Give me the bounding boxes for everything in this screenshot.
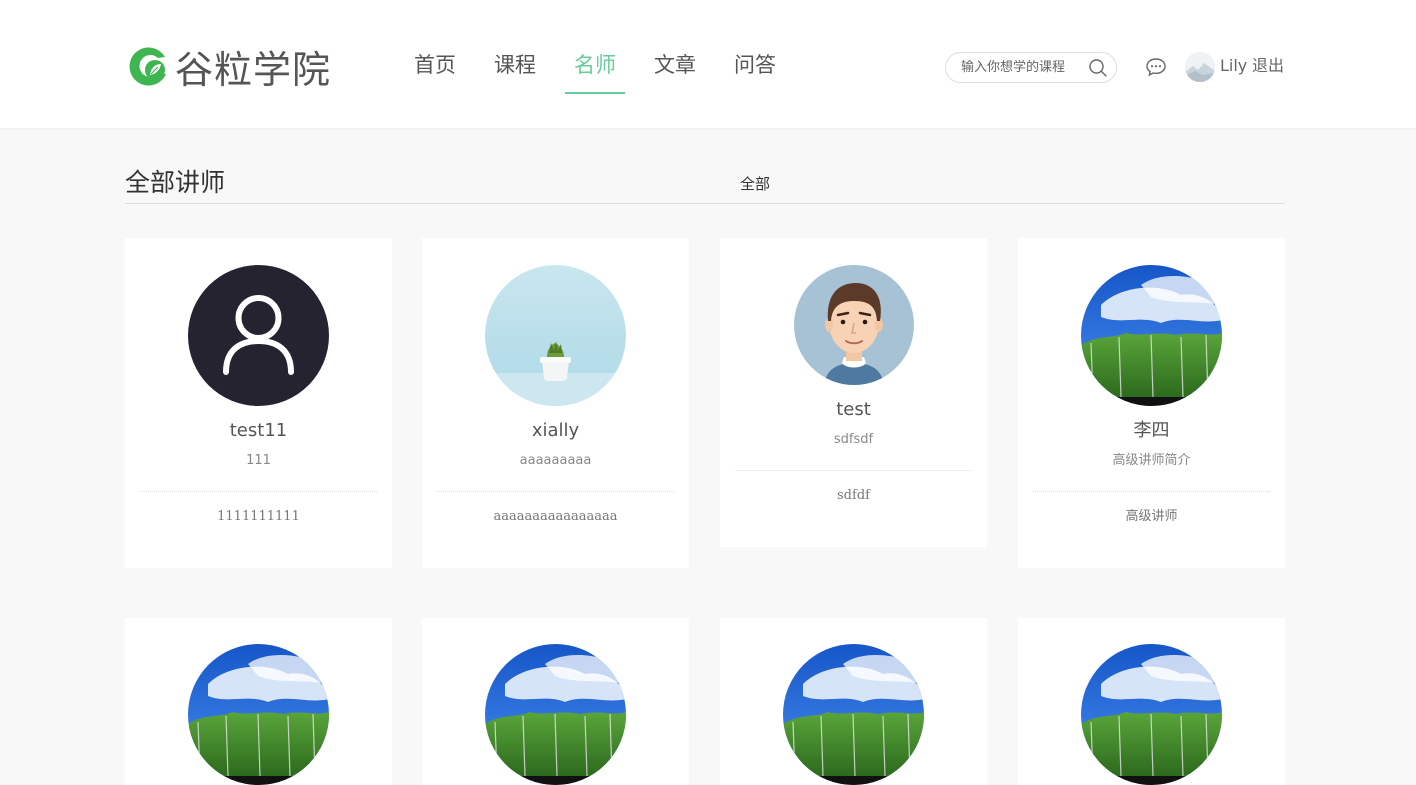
teacher-intro: aaaaaaaaa xyxy=(519,453,592,468)
nav-item-articles[interactable]: 文章 xyxy=(635,36,715,94)
teacher-name[interactable]: xially xyxy=(422,419,689,443)
search-input[interactable] xyxy=(961,60,1081,75)
user-name[interactable]: Lily xyxy=(1220,56,1247,76)
teacher-avatar xyxy=(485,644,626,785)
teacher-card[interactable]: 李四 高级讲师简介 高级讲师 xyxy=(1018,238,1285,568)
nav-item-courses[interactable]: 课程 xyxy=(475,36,555,94)
nav-item-teachers[interactable]: 名师 xyxy=(555,36,635,94)
card-divider xyxy=(437,491,674,492)
user-avatar[interactable] xyxy=(1185,52,1215,82)
forest-photo xyxy=(188,644,329,785)
teacher-card[interactable] xyxy=(125,618,392,785)
forest-photo xyxy=(1081,644,1222,785)
teacher-name[interactable]: test11 xyxy=(125,419,392,443)
nav-item-qa[interactable]: 问答 xyxy=(715,36,795,94)
logo[interactable]: 谷粒学院 xyxy=(125,40,331,92)
teacher-card[interactable]: test sdfsdf sdfdf xyxy=(720,238,987,547)
forest-photo xyxy=(485,644,626,785)
chat-icon[interactable] xyxy=(1145,57,1167,77)
teacher-card[interactable] xyxy=(720,618,987,785)
teacher-name[interactable]: test xyxy=(720,398,987,422)
main-nav: 首页 课程 名师 文章 问答 xyxy=(395,36,795,94)
teacher-career: aaaaaaaaaaaaaaaa xyxy=(493,509,618,524)
teacher-card[interactable] xyxy=(1018,618,1285,785)
teacher-card[interactable]: xially aaaaaaaaa aaaaaaaaaaaaaaaa xyxy=(422,238,689,568)
search-icon[interactable] xyxy=(1088,58,1108,78)
teacher-card[interactable] xyxy=(422,618,689,785)
logout-link[interactable]: 退出 xyxy=(1252,56,1284,76)
section-divider xyxy=(125,203,1285,204)
teacher-career: 高级讲师 xyxy=(1125,509,1178,524)
teacher-career: 1111111111 xyxy=(217,509,300,524)
default-user-icon xyxy=(188,265,329,406)
forest-photo xyxy=(1081,265,1222,406)
forest-photo xyxy=(783,644,924,785)
search-box xyxy=(945,52,1117,83)
logo-text: 谷粒学院 xyxy=(175,47,332,92)
teacher-intro: 高级讲师简介 xyxy=(1112,453,1191,468)
teacher-card[interactable]: test11 111 1111111111 xyxy=(125,238,392,568)
logo-icon xyxy=(129,47,166,86)
card-divider xyxy=(1033,491,1270,492)
teacher-name[interactable]: 李四 xyxy=(1018,419,1285,443)
teacher-intro: 111 xyxy=(246,453,271,468)
teacher-career: sdfdf xyxy=(837,488,870,503)
cartoon-man xyxy=(793,265,914,385)
plant-photo xyxy=(485,265,626,406)
filter-all[interactable]: 全部 xyxy=(740,174,770,194)
teacher-avatar xyxy=(485,265,626,406)
teacher-intro: sdfsdf xyxy=(833,432,874,447)
teacher-avatar xyxy=(783,644,924,785)
site-header: 谷粒学院 首页 课程 名师 文章 问答 Lily 退出 xyxy=(0,0,1416,128)
section-title: 全部讲师 xyxy=(125,168,226,197)
teacher-avatar xyxy=(1081,644,1222,785)
teacher-avatar xyxy=(1081,265,1222,406)
nav-item-home[interactable]: 首页 xyxy=(395,36,475,94)
card-divider xyxy=(735,470,972,471)
teacher-avatar xyxy=(188,644,329,785)
card-divider xyxy=(140,491,377,492)
teacher-avatar xyxy=(188,265,329,406)
teacher-avatar xyxy=(793,265,914,385)
